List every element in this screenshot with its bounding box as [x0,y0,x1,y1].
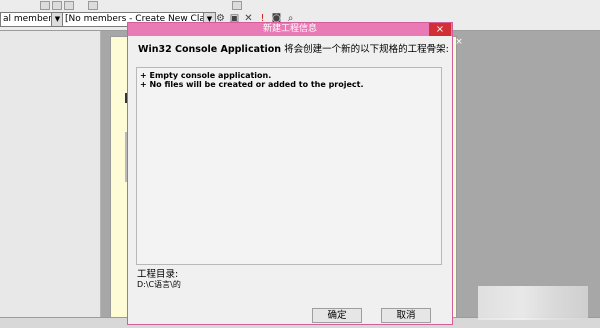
dialog-title: 新建工程信息 [262,24,317,34]
toolbar-button[interactable] [88,1,98,10]
spec-item: + No files will be created or added to t… [140,80,364,89]
project-dir-path: D:\C语言\的 [137,280,181,289]
cancel-button[interactable]: 取消 [381,308,431,323]
dialog-titlebar: 新建工程信息 × [128,23,452,36]
workspace-panel [0,31,101,317]
new-project-info-dialog: 新建工程信息 × Win32 Console Application 将会创建一… [127,22,453,325]
ok-button[interactable]: 确定 [312,308,362,323]
members-filter-combo[interactable]: al members ▼ [0,12,64,27]
spec-item: + Empty console application. [140,71,272,80]
close-icon[interactable]: × [451,37,467,47]
toolbar-button[interactable] [232,1,242,10]
toolbar-button[interactable] [52,1,62,10]
blurred-region [478,286,588,320]
close-button[interactable]: × [429,23,451,36]
toolbar-button[interactable] [40,1,50,10]
dialog-headline: Win32 Console Application 将会创建一个新的以下规格的工… [138,44,449,56]
app-type-label: Win32 Console Application [138,44,282,55]
headline-text: 将会创建一个新的以下规格的工程骨架: [281,44,449,55]
combo-text: al members [3,14,57,24]
project-spec-box: + Empty console application. + No files … [136,67,442,265]
toolbar-button[interactable] [64,1,74,10]
project-dir-label: 工程目录: [137,269,179,280]
